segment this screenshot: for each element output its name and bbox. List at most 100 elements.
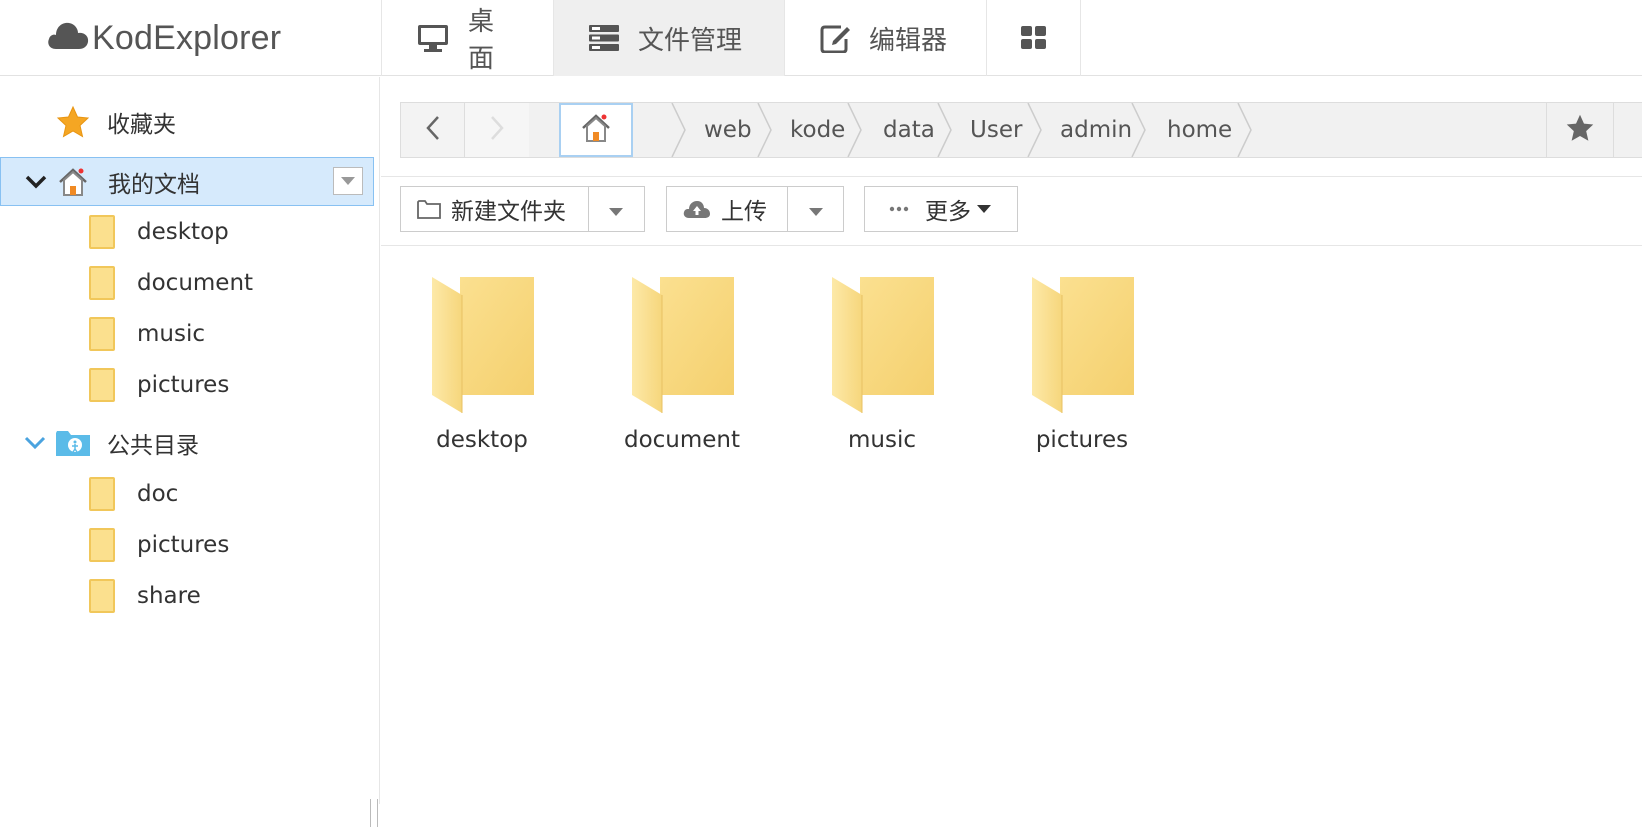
folder-icon	[630, 275, 744, 419]
sidebar-item-label: pictures	[137, 372, 230, 398]
breadcrumb-separator	[1027, 103, 1042, 157]
sidebar-resize-handle[interactable]	[370, 799, 378, 827]
main-nav: 桌面 文件管理 编辑器	[381, 0, 1081, 76]
new-folder-button[interactable]: 新建文件夹	[400, 186, 645, 232]
file-name: music	[847, 427, 916, 453]
file-item-document[interactable]: document	[602, 275, 762, 455]
caret-down-icon	[609, 196, 624, 222]
breadcrumb-separator	[1131, 103, 1146, 157]
sidebar-item-favorites[interactable]: 收藏夹	[0, 97, 376, 147]
sidebar-item-label: 收藏夹	[107, 112, 176, 138]
new-folder-dropdown[interactable]	[587, 187, 644, 231]
caret-down-icon	[808, 196, 823, 222]
sidebar-item-pictures[interactable]: pictures	[0, 360, 376, 410]
nav-editor[interactable]: 编辑器	[784, 0, 986, 76]
grid-icon	[1020, 25, 1048, 51]
folder-icon	[89, 528, 115, 562]
nav-editor-label: 编辑器	[869, 25, 948, 56]
breadcrumb-separator	[757, 103, 772, 157]
sidebar-item-my-documents[interactable]: 我的文档	[0, 157, 374, 206]
cloud-icon	[46, 17, 92, 60]
file-item-music[interactable]: music	[802, 275, 962, 455]
ellipsis-icon	[889, 206, 909, 212]
folder-icon	[430, 275, 544, 419]
dropdown-button[interactable]	[333, 167, 363, 195]
sidebar-item-label: document	[137, 270, 254, 296]
sidebar-item-label: desktop	[137, 219, 229, 245]
nav-desktop[interactable]: 桌面	[381, 0, 553, 76]
sidebar-item-pictures[interactable]: pictures	[0, 520, 376, 570]
folder-icon	[89, 215, 115, 249]
folder-icon	[89, 579, 115, 613]
folder-icon	[89, 266, 115, 300]
edit-icon	[819, 23, 851, 53]
more-main[interactable]: 更多	[865, 187, 1007, 231]
monitor-icon	[416, 23, 450, 53]
breadcrumb-separator	[937, 103, 952, 157]
breadcrumb-item[interactable]: kode	[790, 103, 845, 157]
favorite-button[interactable]	[1546, 103, 1614, 157]
file-item-desktop[interactable]: desktop	[402, 275, 562, 455]
top-bar: KodExplorer 桌面 文件管理 编辑器	[0, 0, 1642, 76]
nav-file-manager-label: 文件管理	[638, 25, 743, 56]
sidebar-item-document[interactable]: document	[0, 258, 376, 308]
caret-down-icon	[977, 205, 991, 213]
sidebar-item-label: pictures	[137, 532, 230, 558]
address-bar: web kode data User admin home	[400, 102, 1642, 158]
more-button[interactable]: 更多	[864, 186, 1018, 232]
folder-icon	[1030, 275, 1144, 419]
nav-desktop-label: 桌面	[468, 7, 495, 74]
upload-button[interactable]: 上传	[666, 186, 844, 232]
folder-icon	[830, 275, 944, 419]
sidebar-item-label: doc	[137, 481, 179, 507]
file-name: document	[623, 427, 741, 453]
file-name: pictures	[1035, 427, 1129, 453]
home-icon	[580, 112, 612, 148]
forward-button[interactable]	[465, 103, 529, 157]
app-logo[interactable]: KodExplorer	[46, 14, 281, 62]
sidebar-item-label: 公共目录	[107, 433, 199, 459]
breadcrumb-item[interactable]: web	[704, 103, 752, 157]
breadcrumb-item[interactable]: admin	[1060, 103, 1132, 157]
new-folder-main[interactable]: 新建文件夹	[401, 187, 588, 231]
folder-outline-icon	[417, 199, 441, 219]
file-name: desktop	[436, 427, 528, 453]
sidebar-tree: 收藏夹 我的文档 desktop document music pictures…	[0, 77, 380, 827]
new-folder-label: 新建文件夹	[451, 199, 566, 225]
sidebar-item-label: share	[137, 583, 201, 609]
sidebar-item-public[interactable]: 公共目录	[0, 418, 376, 468]
upload-main[interactable]: 上传	[667, 187, 787, 231]
server-icon	[588, 24, 620, 52]
nav-apps[interactable]	[986, 0, 1081, 76]
breadcrumb-home[interactable]	[559, 103, 633, 157]
breadcrumb-item[interactable]: data	[883, 103, 935, 157]
star-icon	[56, 105, 90, 139]
chevron-down-icon[interactable]	[24, 435, 46, 451]
public-folder-icon	[55, 428, 91, 458]
nav-file-manager[interactable]: 文件管理	[553, 0, 784, 76]
folder-icon	[89, 368, 115, 402]
sidebar-item-label: 我的文档	[108, 171, 200, 198]
upload-dropdown[interactable]	[787, 187, 843, 231]
sidebar-item-music[interactable]: music	[0, 309, 376, 359]
sidebar-item-doc[interactable]: doc	[0, 469, 376, 519]
folder-icon	[89, 317, 115, 351]
breadcrumb-item[interactable]: User	[970, 103, 1022, 157]
chevron-right-icon	[489, 115, 505, 145]
sidebar-item-share[interactable]: share	[0, 571, 376, 621]
star-icon	[1565, 113, 1595, 147]
back-button[interactable]	[401, 103, 465, 157]
sidebar-item-label: music	[137, 321, 206, 347]
breadcrumb-separator	[671, 103, 686, 157]
file-item-pictures[interactable]: pictures	[1002, 275, 1162, 455]
sidebar-item-desktop[interactable]: desktop	[0, 207, 376, 257]
upload-label: 上传	[721, 199, 767, 225]
folder-icon	[89, 477, 115, 511]
home-icon	[57, 166, 89, 198]
cloud-upload-icon	[683, 199, 711, 219]
breadcrumb-item[interactable]: home	[1167, 103, 1232, 157]
breadcrumb-separator	[847, 103, 862, 157]
breadcrumb-separator	[1237, 103, 1252, 157]
logo-text: KodExplorer	[92, 18, 282, 57]
chevron-down-icon[interactable]	[25, 174, 47, 190]
